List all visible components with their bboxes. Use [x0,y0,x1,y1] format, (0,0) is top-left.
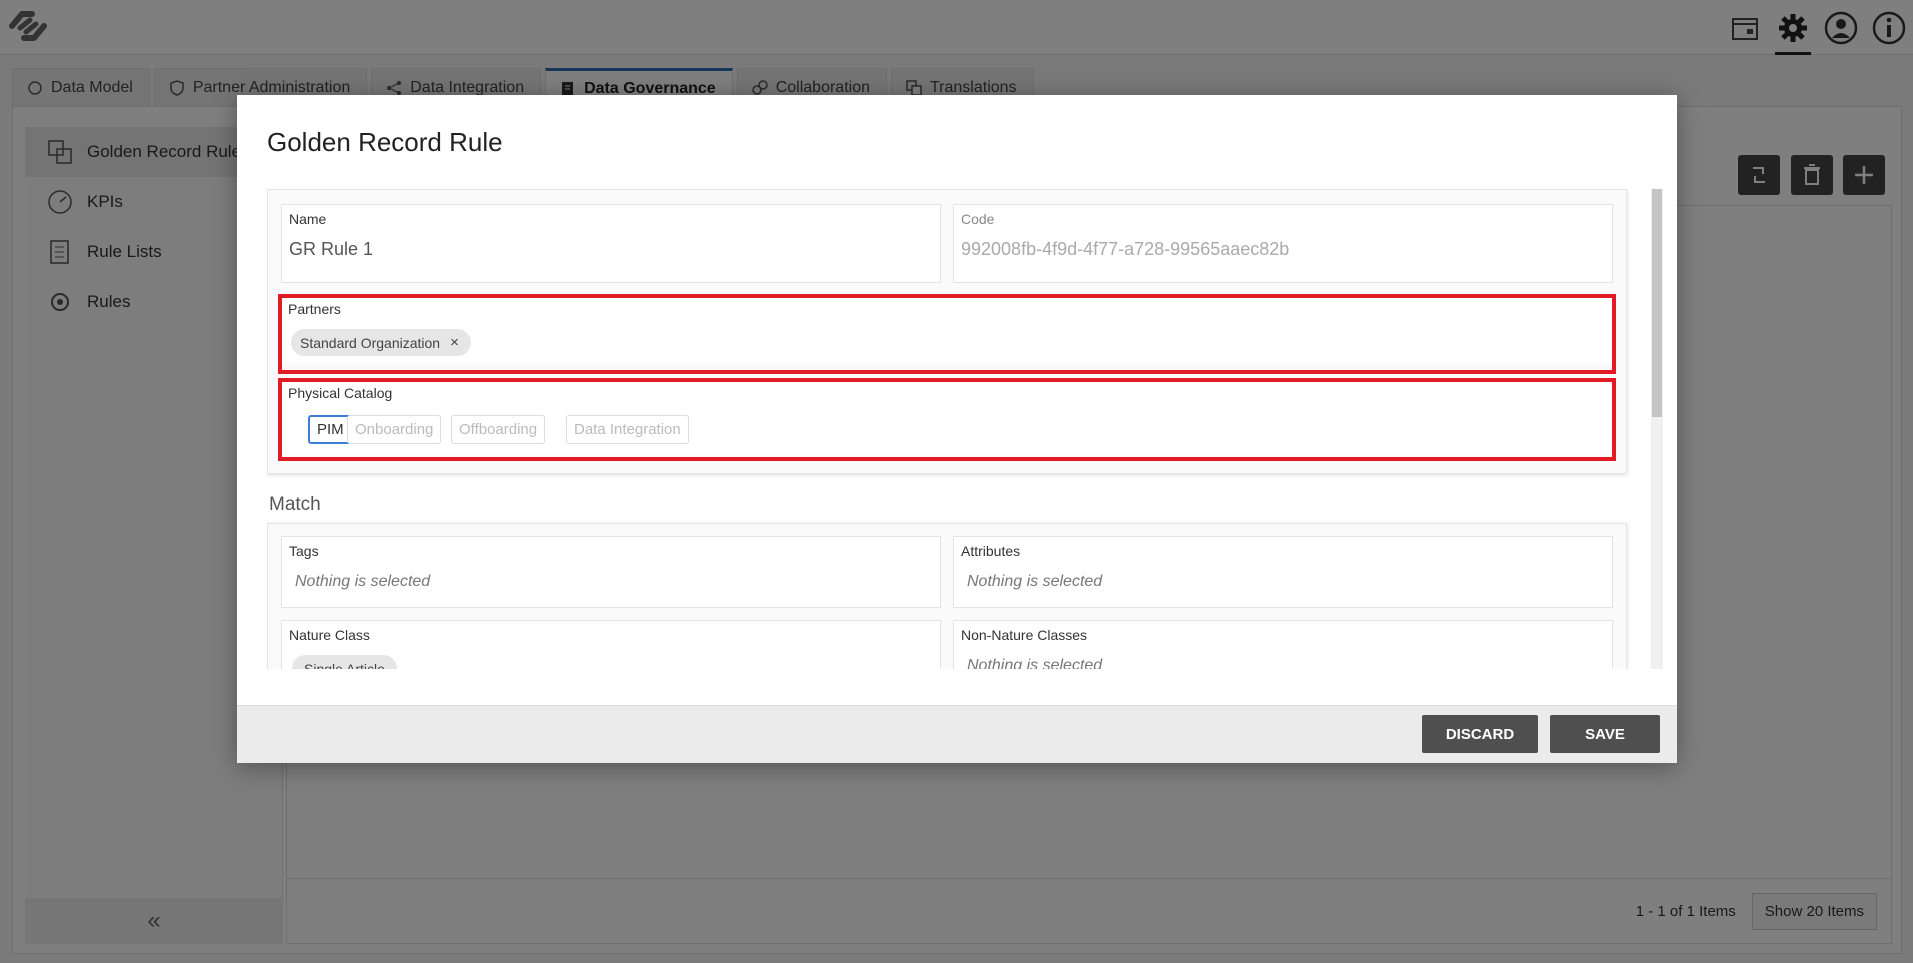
match-panel: Tags Nothing is selected Attributes Noth… [267,523,1627,669]
tags-field[interactable]: Tags Nothing is selected [281,536,941,608]
general-panel: Name GR Rule 1 Code 992008fb-4f9d-4f77-a… [267,189,1627,474]
save-button[interactable]: SAVE [1550,715,1660,753]
code-field: Code 992008fb-4f9d-4f77-a728-99565aaec82… [953,204,1613,283]
name-field[interactable]: Name GR Rule 1 [281,204,941,283]
dialog-body: Name GR Rule 1 Code 992008fb-4f9d-4f77-a… [267,189,1663,669]
nature-class-chip: Single Article [292,655,397,669]
non-nature-classes-field[interactable]: Non-Nature Classes Nothing is selected [953,620,1613,669]
attributes-field[interactable]: Attributes Nothing is selected [953,536,1613,608]
discard-button[interactable]: DISCARD [1422,715,1538,753]
code-value: 992008fb-4f9d-4f77-a728-99565aaec82b [961,239,1290,259]
scrollbar-thumb[interactable] [1652,189,1662,417]
match-section-title: Match [269,494,321,515]
nature-class-field[interactable]: Nature Class Single Article [281,620,941,669]
catalog-highlight-box [278,378,1616,461]
partners-highlight-box [278,294,1616,374]
name-input[interactable]: GR Rule 1 [289,239,373,260]
golden-record-rule-dialog: Golden Record Rule Name GR Rule 1 Code 9… [237,95,1677,763]
dialog-scrollbar[interactable] [1651,189,1663,669]
dialog-title: Golden Record Rule [267,127,503,157]
